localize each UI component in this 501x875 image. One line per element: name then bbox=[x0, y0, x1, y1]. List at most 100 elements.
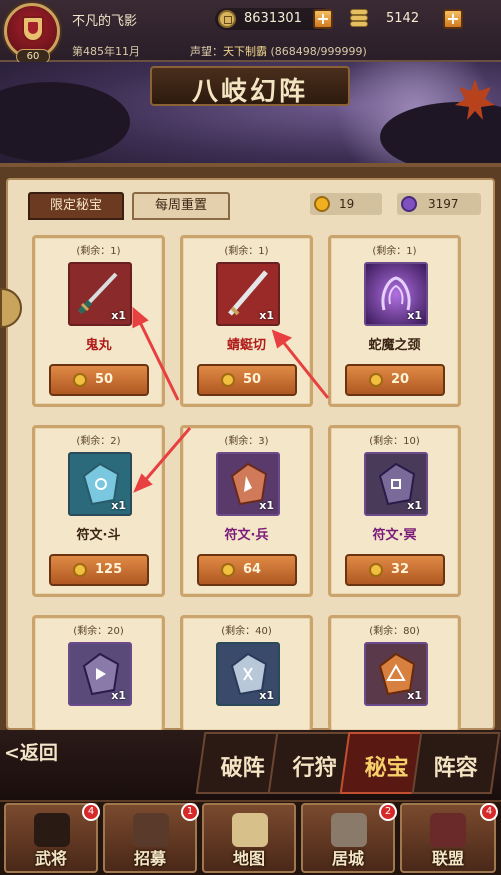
shop-item-card[interactable]: (剩余：40) x1 bbox=[180, 615, 313, 730]
orange-token-icon bbox=[369, 563, 383, 577]
item-price: 50 bbox=[95, 372, 114, 387]
prestige-info: 声望：天下制霸 (868498/999999) bbox=[190, 43, 367, 59]
item-qty: x1 bbox=[407, 309, 422, 322]
remaining-count: (剩余：10) bbox=[369, 436, 420, 447]
maple-leaf-icon bbox=[455, 79, 495, 120]
purple-token-icon bbox=[401, 196, 417, 212]
add-ingot-button[interactable]: + bbox=[443, 9, 463, 29]
orange-token-icon bbox=[221, 373, 235, 387]
tab-lineup[interactable]: 阵容 bbox=[411, 732, 501, 794]
tab-weekly-reset[interactable]: 每周重置 bbox=[132, 192, 230, 220]
item-price: 125 bbox=[95, 562, 123, 577]
purple-token-value: 3197 bbox=[428, 197, 459, 211]
item-frame: x1 bbox=[216, 262, 280, 326]
item-name: 符文·兵 bbox=[224, 528, 269, 543]
item-frame: x1 bbox=[364, 452, 428, 516]
item-qty: x1 bbox=[259, 689, 274, 702]
nav-map-button[interactable]: 地图 bbox=[202, 803, 296, 873]
shop-item-card[interactable]: (剩余：1) x1 蜻蜓切 50 bbox=[180, 235, 313, 407]
remaining-count: (剩余：80) bbox=[369, 626, 420, 637]
shop-item-card[interactable]: (剩余：10) x1 符文·冥 32 bbox=[328, 425, 461, 597]
add-gold-button[interactable]: + bbox=[313, 9, 333, 29]
item-price: 64 bbox=[243, 562, 262, 577]
item-name: 蜻蜓切 bbox=[226, 338, 266, 353]
item-qty: x1 bbox=[111, 499, 126, 512]
item-frame: x1 bbox=[216, 452, 280, 516]
tab-label: 阵容 bbox=[433, 755, 478, 781]
prestige-value: (868498/999999) bbox=[270, 45, 367, 58]
buy-button[interactable]: 32 bbox=[345, 554, 445, 586]
notification-badge: 4 bbox=[82, 803, 100, 821]
game-date: 第485年11月 bbox=[72, 45, 140, 58]
nav-recruit-button[interactable]: 1 招募 bbox=[103, 803, 199, 873]
item-qty: x1 bbox=[111, 689, 126, 702]
scroll-map-icon bbox=[232, 813, 268, 847]
nav-label: 居城 bbox=[331, 849, 364, 868]
event-banner: 八岐幻阵 bbox=[0, 62, 501, 172]
remaining-count: (剩余：1) bbox=[224, 246, 269, 257]
recruit-gate-icon bbox=[133, 813, 169, 847]
item-price: 32 bbox=[391, 562, 410, 577]
clan-crest-icon bbox=[22, 16, 44, 42]
orange-token-value: 19 bbox=[339, 197, 355, 211]
ingot-value: 5142 bbox=[386, 11, 420, 26]
alliance-banner-icon bbox=[430, 813, 466, 847]
item-name: 符文·冥 bbox=[372, 528, 417, 543]
shop-item-card[interactable]: (剩余：3) x1 符文·兵 64 bbox=[180, 425, 313, 597]
item-qty: x1 bbox=[407, 689, 422, 702]
orange-token-icon bbox=[73, 373, 87, 387]
nav-generals-button[interactable]: 4 武将 bbox=[4, 803, 100, 873]
item-price: 20 bbox=[391, 372, 410, 387]
player-name: 不凡的飞影 bbox=[72, 14, 138, 29]
buy-button[interactable]: 50 bbox=[197, 364, 297, 396]
gold-coin-icon bbox=[218, 10, 236, 28]
ingot-stack-icon bbox=[348, 7, 370, 29]
remaining-count: (剩余：1) bbox=[76, 246, 121, 257]
notification-badge: 2 bbox=[379, 803, 397, 821]
item-price: 50 bbox=[243, 372, 262, 387]
item-qty: x1 bbox=[111, 309, 126, 322]
page-title: 八岐幻阵 bbox=[191, 77, 308, 107]
item-qty: x1 bbox=[259, 309, 274, 322]
prestige-title: 天下制霸 bbox=[223, 45, 267, 58]
buy-button[interactable]: 20 bbox=[345, 364, 445, 396]
remaining-count: (剩余：3) bbox=[224, 436, 269, 447]
tab-limited-treasure[interactable]: 限定秘宝 bbox=[28, 192, 124, 220]
item-frame: x1 bbox=[68, 452, 132, 516]
orange-token-icon bbox=[73, 563, 87, 577]
prestige-label: 声望： bbox=[190, 45, 223, 58]
shop-item-card[interactable]: (剩余：80) x1 bbox=[328, 615, 461, 730]
item-frame: x1 bbox=[364, 642, 428, 706]
item-name: 蛇魔之颈 bbox=[368, 338, 421, 353]
item-name: 符文·斗 bbox=[76, 528, 121, 543]
nav-label: 地图 bbox=[232, 849, 265, 868]
back-button[interactable]: <返回 bbox=[4, 738, 84, 768]
item-frame: x1 bbox=[68, 262, 132, 326]
notification-badge: 4 bbox=[480, 803, 498, 821]
nav-label: 联盟 bbox=[431, 849, 464, 868]
item-name: 鬼丸 bbox=[85, 338, 112, 353]
buy-button[interactable]: 125 bbox=[49, 554, 149, 586]
nav-alliance-button[interactable]: 4 联盟 bbox=[400, 803, 498, 873]
remaining-count: (剩余：1) bbox=[372, 246, 417, 257]
castle-icon bbox=[331, 813, 367, 847]
buy-button[interactable]: 64 bbox=[197, 554, 297, 586]
shop-item-card[interactable]: (剩余：1) x1 鬼丸 50 bbox=[32, 235, 165, 407]
shop-item-card[interactable]: (剩余：2) x1 符文·斗 125 bbox=[32, 425, 165, 597]
gold-value: 8631301 bbox=[244, 11, 302, 26]
shop-item-card[interactable]: (剩余：1) x1 蛇魔之颈 20 bbox=[328, 235, 461, 407]
buy-button[interactable]: 50 bbox=[49, 364, 149, 396]
item-frame: x1 bbox=[68, 642, 132, 706]
shop-item-card[interactable]: (剩余：20) x1 bbox=[32, 615, 165, 730]
nav-castle-button[interactable]: 2 居城 bbox=[301, 803, 397, 873]
item-frame: x1 bbox=[216, 642, 280, 706]
orange-token-icon bbox=[221, 563, 235, 577]
orange-token-icon bbox=[369, 373, 383, 387]
remaining-count: (剩余：20) bbox=[73, 626, 124, 637]
remaining-count: (剩余：40) bbox=[221, 626, 272, 637]
item-qty: x1 bbox=[407, 499, 422, 512]
item-frame: x1 bbox=[364, 262, 428, 326]
remaining-count: (剩余：2) bbox=[76, 436, 121, 447]
samurai-helmet-icon bbox=[34, 813, 70, 847]
notification-badge: 1 bbox=[181, 803, 199, 821]
